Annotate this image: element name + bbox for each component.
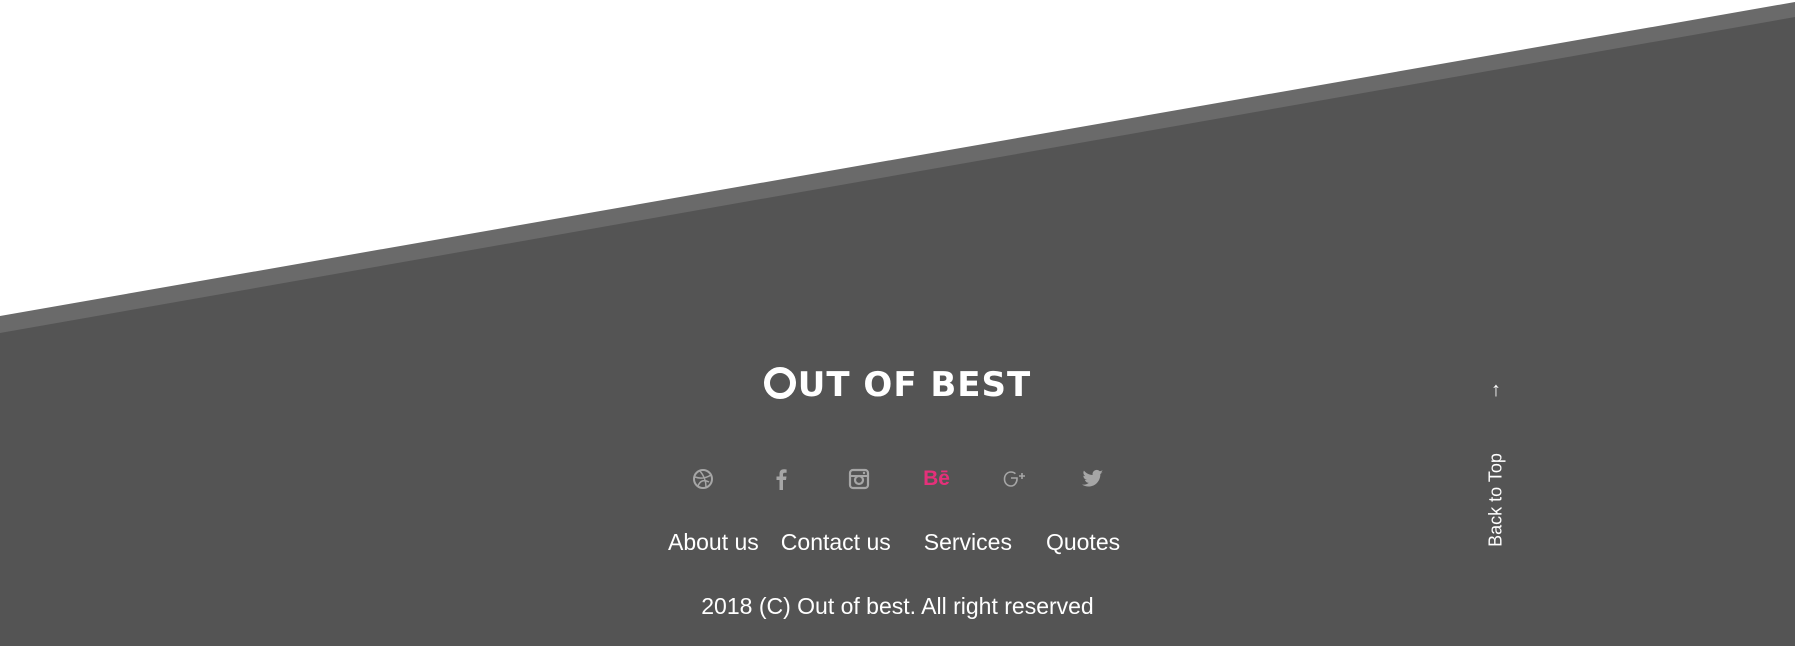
copyright-text: 2018 (C) Out of best. All right reserved [701, 593, 1094, 619]
dribbble-icon[interactable] [664, 462, 742, 496]
nav-about-us[interactable]: About us [668, 525, 759, 559]
behance-icon[interactable]: Bē [898, 462, 976, 496]
facebook-icon[interactable] [742, 462, 820, 496]
instagram-icon[interactable] [820, 462, 898, 496]
logo-text: UT OF BEST [797, 365, 1032, 405]
site-logo[interactable]: OUT OF BEST [0, 360, 1795, 410]
back-to-top-button[interactable]: ↑ Back to Top [1471, 375, 1521, 555]
nav-contact-us[interactable]: Contact us [781, 525, 891, 559]
footer-nav: About us Contact us Services Quotes [668, 525, 1120, 559]
back-to-top-label: Back to Top [1485, 453, 1506, 547]
arrow-up-icon: ↑ [1491, 379, 1501, 401]
twitter-icon[interactable] [1054, 462, 1132, 496]
nav-services[interactable]: Services [924, 525, 1012, 559]
social-links: Bē [0, 462, 1795, 496]
nav-quotes[interactable]: Quotes [1046, 525, 1120, 559]
logo-o-ring [763, 367, 796, 399]
google-plus-icon[interactable] [976, 462, 1054, 496]
